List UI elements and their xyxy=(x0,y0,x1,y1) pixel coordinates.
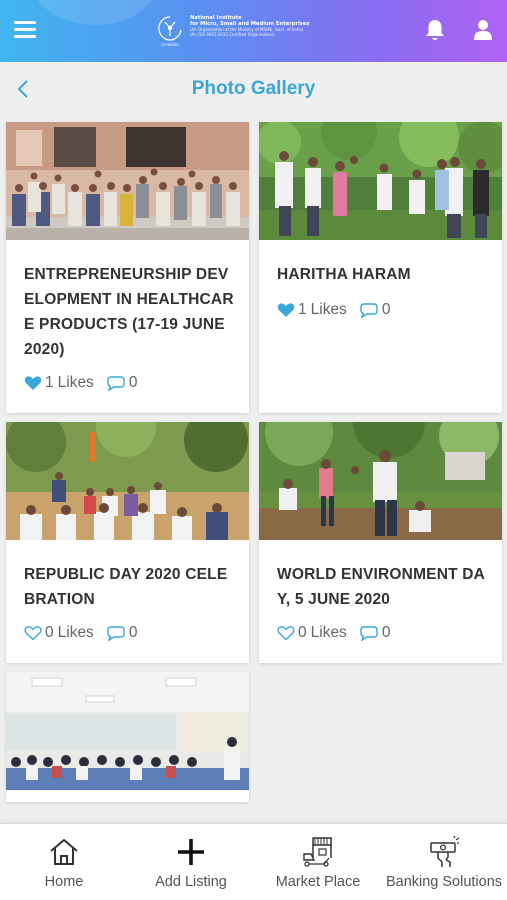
nav-market-place[interactable]: Market Place xyxy=(270,824,366,900)
gallery-card[interactable]: REPUBLIC DAY 2020 CELEBRATION 0 Likes 0 xyxy=(6,422,249,663)
like-button[interactable]: 1 Likes xyxy=(24,374,94,392)
gallery-card-title[interactable]: ENTREPRENEURSHIP DEVELOPMENT IN HEALTHCA… xyxy=(24,262,235,362)
market-place-icon xyxy=(303,837,332,867)
likes-count: 0 xyxy=(298,624,307,641)
user-icon[interactable] xyxy=(473,19,493,41)
gallery-photo[interactable] xyxy=(6,122,249,240)
gallery-photo[interactable] xyxy=(6,422,249,540)
gallery-card-title[interactable]: WORLD ENVIRONMENT DAY, 5 JUNE 2020 xyxy=(277,562,488,612)
comments-count: 0 xyxy=(128,374,138,391)
gallery-card-title[interactable]: HARITHA HARAM xyxy=(277,262,488,287)
likes-count: 1 xyxy=(298,301,307,318)
comment-button[interactable]: 0 xyxy=(360,301,391,319)
comment-button[interactable]: 0 xyxy=(360,624,391,642)
home-icon xyxy=(50,838,78,865)
card-meta: 1 Likes 0 xyxy=(24,372,137,394)
like-button[interactable]: 0 Likes xyxy=(24,624,94,642)
bottom-navigation: Home Add Listing Market Place Banking So… xyxy=(0,823,507,900)
gallery-card[interactable]: HARITHA HARAM 1 Likes 0 xyxy=(259,122,502,413)
likes-label: Likes xyxy=(310,301,347,318)
likes-label: Likes xyxy=(57,374,94,391)
likes-label: Likes xyxy=(57,624,94,641)
comment-button[interactable]: 0 xyxy=(107,624,138,642)
nav-label: Home xyxy=(44,874,84,890)
gallery-card-title[interactable]: REPUBLIC DAY 2020 CELEBRATION xyxy=(24,562,235,612)
nav-label: Banking Solutions xyxy=(385,874,503,890)
nav-home[interactable]: Home xyxy=(34,824,94,900)
svg-text:ni-msme: ni-msme xyxy=(161,42,179,47)
card-meta: 0 Likes 0 xyxy=(24,622,137,644)
bell-icon[interactable] xyxy=(424,18,446,42)
heart-filled-icon xyxy=(24,376,42,390)
card-meta: 1 Likes 0 xyxy=(277,299,390,321)
gallery-photo[interactable] xyxy=(259,422,502,540)
heart-outline-icon xyxy=(277,626,295,641)
logo-line-4: (An ISO 9001:2015 Certified Organisation… xyxy=(190,32,275,38)
nav-label: Add Listing xyxy=(155,874,227,890)
comments-count: 0 xyxy=(128,624,138,641)
card-meta: 0 Likes 0 xyxy=(277,622,390,644)
comment-button[interactable]: 0 xyxy=(107,374,138,392)
page-title: Photo Gallery xyxy=(191,78,316,99)
nav-label: Market Place xyxy=(275,874,361,890)
comments-count: 0 xyxy=(381,301,391,318)
institute-logo: ni-msme National Institute for Micro, Sm… xyxy=(154,14,314,48)
banking-icon xyxy=(430,836,460,867)
heart-filled-icon xyxy=(277,303,295,317)
gallery-card[interactable] xyxy=(6,672,249,802)
gallery-card[interactable]: ENTREPRENEURSHIP DEVELOPMENT IN HEALTHCA… xyxy=(6,122,249,413)
comment-icon xyxy=(107,626,125,641)
nav-add-listing[interactable]: Add Listing xyxy=(146,824,236,900)
gallery-photo[interactable] xyxy=(6,672,249,790)
likes-label: Likes xyxy=(310,624,347,641)
app-header: ni-msme National Institute for Micro, Sm… xyxy=(0,0,507,62)
nav-banking-solutions[interactable]: Banking Solutions xyxy=(385,824,503,900)
menu-icon[interactable] xyxy=(14,21,36,39)
plus-icon xyxy=(178,839,204,865)
comment-icon xyxy=(360,303,378,318)
like-button[interactable]: 0 Likes xyxy=(277,624,347,642)
comment-icon xyxy=(107,376,125,391)
heart-outline-icon xyxy=(24,626,42,641)
comments-count: 0 xyxy=(381,624,391,641)
gallery-photo[interactable] xyxy=(259,122,502,240)
likes-count: 0 xyxy=(45,624,54,641)
likes-count: 1 xyxy=(45,374,54,391)
logo-mark-icon: ni-msme xyxy=(158,16,182,47)
gallery-card[interactable]: WORLD ENVIRONMENT DAY, 5 JUNE 2020 0 Like… xyxy=(259,422,502,663)
like-button[interactable]: 1 Likes xyxy=(277,301,347,319)
comment-icon xyxy=(360,626,378,641)
